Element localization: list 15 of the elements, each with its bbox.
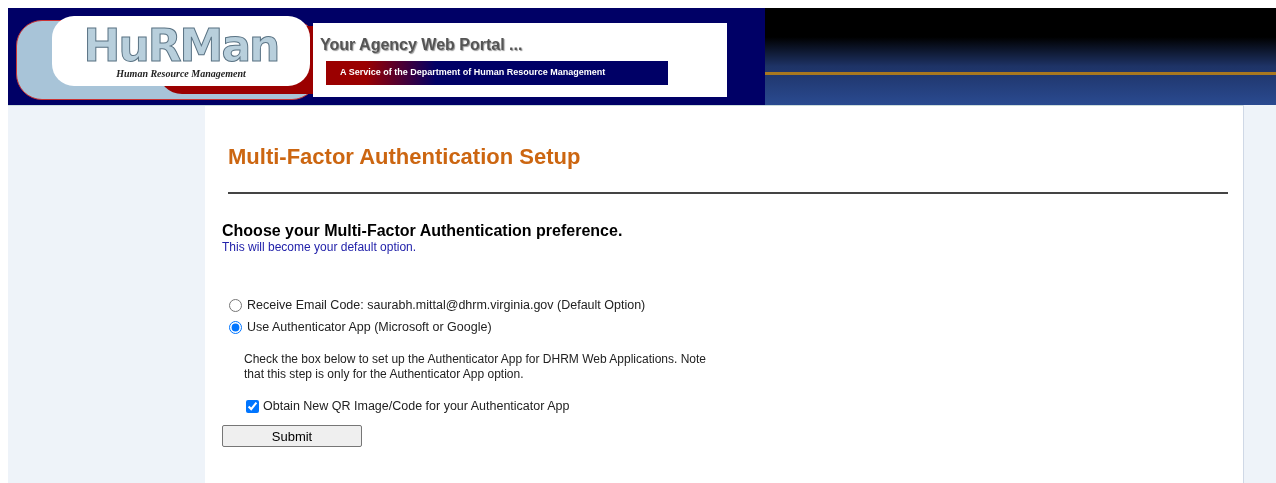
radio-button[interactable] (229, 320, 242, 334)
prompt-note: This will become your default option. (222, 240, 418, 254)
checkbox[interactable] (246, 399, 259, 413)
page-title: Multi-Factor Authentication Setup (228, 144, 582, 170)
option-label: Receive Email Code: saurabh.mittal@dhrm.virginia.gov (Default Option) (247, 298, 646, 312)
logo-subtitle: Human Resource Management (116, 67, 246, 79)
submit-button[interactable]: Submit (222, 425, 362, 447)
instructions-text: Check the box below to set up the Authenticator App for DHRM Web Applications. Note that this step is only for the Authenticator App option. (244, 352, 708, 382)
option-label: Use Authenticator App (Microsoft or Google) (247, 320, 492, 334)
logo-title: HuRMan (83, 23, 279, 68)
portal-title: Your Agency Web Portal ... (320, 36, 523, 54)
radio-button[interactable] (229, 298, 242, 312)
checkbox-label: Obtain New QR Image/Code for your Authenticator App (263, 399, 570, 413)
prompt-heading: Choose your Multi-Factor Authentication preference. (222, 222, 624, 240)
service-text: A Service of the Department of Human Resource Management (326, 61, 668, 85)
